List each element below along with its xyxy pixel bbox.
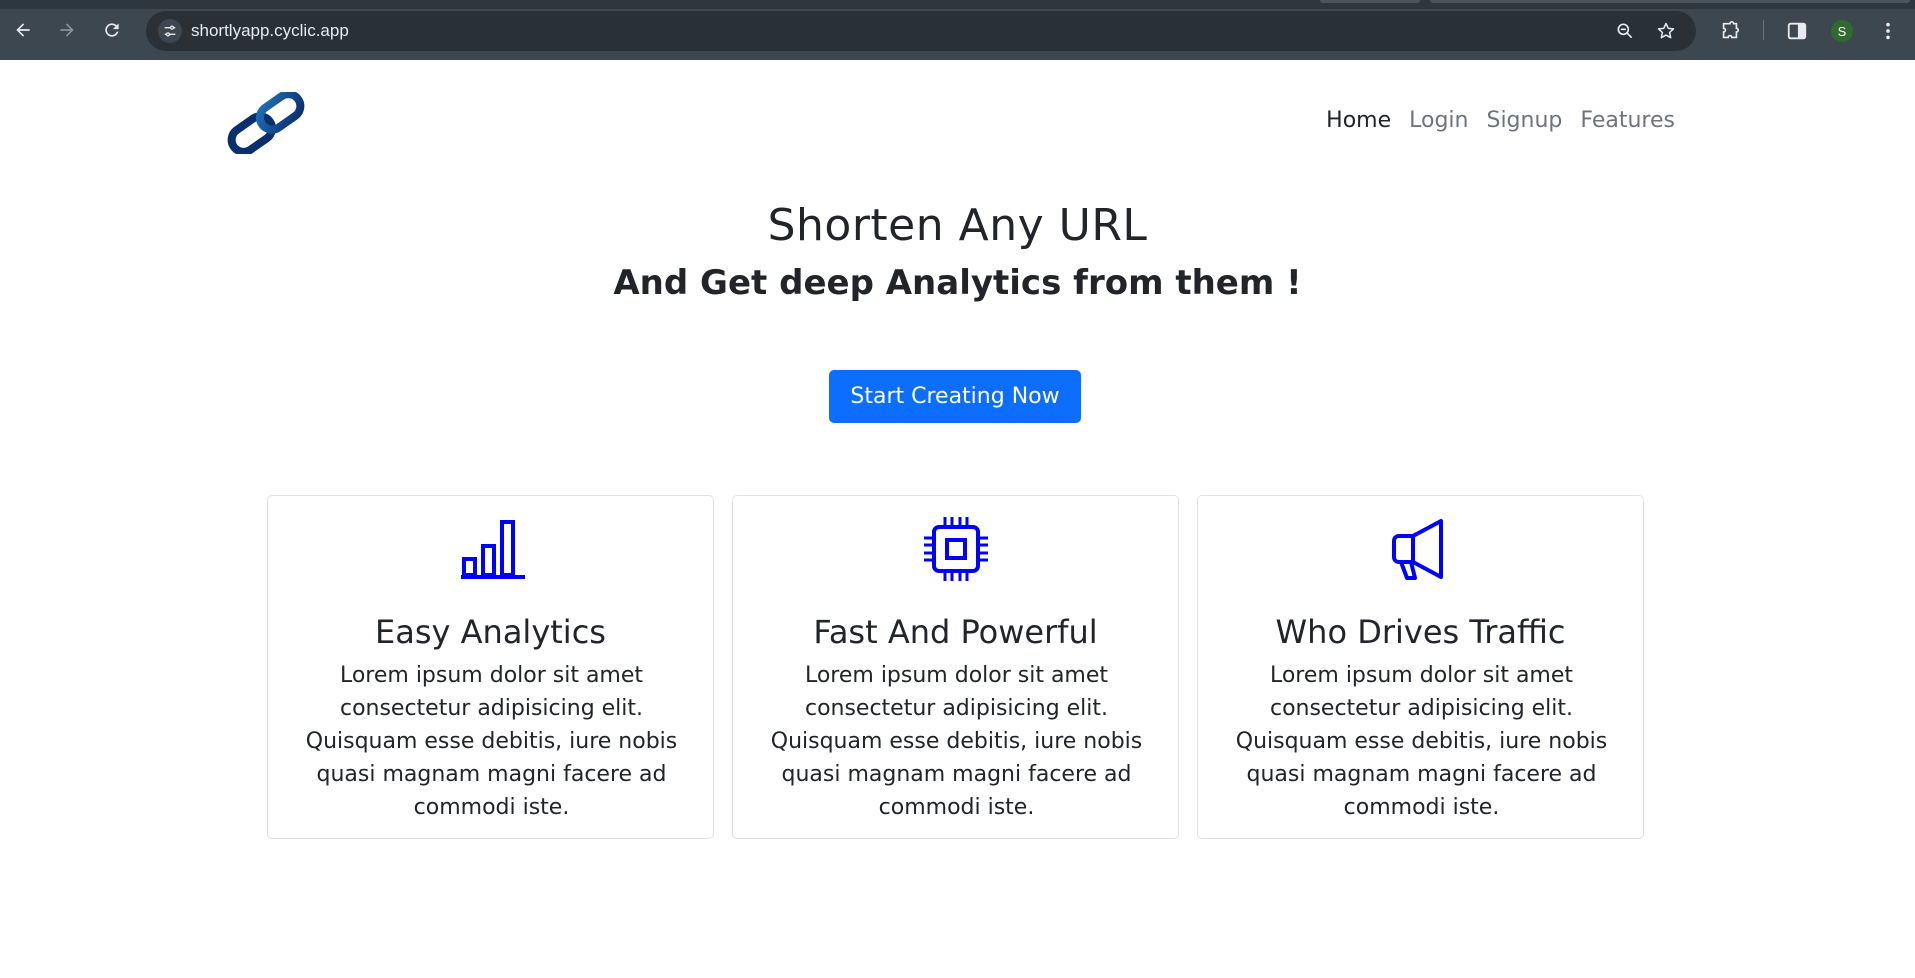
star-icon[interactable] (1656, 21, 1676, 41)
hero-title: Shorten Any URL (767, 200, 1148, 251)
side-panel-icon[interactable] (1785, 19, 1809, 43)
bar-chart-icon (268, 514, 713, 584)
feature-text: Lorem ipsum dolor sit amet consectetur a… (305, 663, 678, 820)
toolbar-separator (1763, 20, 1764, 40)
chain-link-logo[interactable] (224, 90, 308, 156)
nav-link-signup[interactable]: Signup (1486, 108, 1562, 133)
feature-card-traffic: Who Drives Traffic Lorem ipsum dolor sit… (1197, 495, 1644, 839)
kebab-menu-icon[interactable] (1876, 19, 1900, 43)
profile-avatar[interactable]: S (1831, 20, 1853, 42)
feature-card-fast: Fast And Powerful Lorem ipsum dolor sit … (732, 495, 1179, 839)
nav-link-features[interactable]: Features (1580, 108, 1675, 133)
reload-icon[interactable] (98, 16, 126, 44)
forward-icon[interactable] (53, 16, 81, 44)
start-creating-button[interactable]: Start Creating Now (829, 370, 1081, 423)
feature-card-analytics: Easy Analytics Lorem ipsum dolor sit ame… (267, 495, 714, 839)
address-bar[interactable]: shortlyapp.cyclic.app (146, 11, 1696, 51)
site-info-icon[interactable] (158, 19, 182, 43)
feature-title: Fast And Powerful (813, 613, 1098, 651)
nav-link-login[interactable]: Login (1409, 108, 1468, 133)
url-text[interactable]: shortlyapp.cyclic.app (191, 21, 349, 41)
main-nav: Home Login Signup Features (1326, 108, 1675, 133)
cpu-chip-icon (733, 514, 1178, 584)
feature-text: Lorem ipsum dolor sit amet consectetur a… (770, 663, 1143, 820)
tab-edge[interactable] (1320, 0, 1420, 3)
feature-title: Who Drives Traffic (1275, 613, 1566, 651)
browser-toolbar: shortlyapp.cyclic.app S (0, 0, 1915, 60)
megaphone-icon (1198, 514, 1643, 584)
zoom-out-icon[interactable] (1615, 21, 1635, 41)
feature-title: Easy Analytics (375, 613, 606, 651)
feature-text: Lorem ipsum dolor sit amet consectetur a… (1235, 663, 1608, 820)
hero-subtitle: And Get deep Analytics from them ! (613, 263, 1302, 303)
puzzle-icon[interactable] (1718, 19, 1742, 43)
back-icon[interactable] (9, 16, 37, 44)
nav-link-home[interactable]: Home (1326, 108, 1391, 133)
tab-edge[interactable] (1430, 0, 1910, 3)
